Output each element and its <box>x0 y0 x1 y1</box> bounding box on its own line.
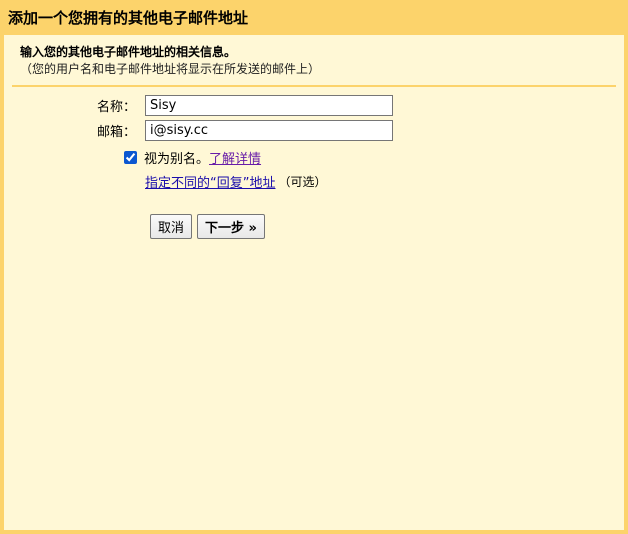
button-row: 取消 下一步 » <box>150 214 270 239</box>
name-input[interactable] <box>145 95 393 116</box>
reply-to-link[interactable]: 指定不同的“回复”地址 <box>145 172 275 191</box>
intro-heading: 输入您的其他电子邮件地址的相关信息。 <box>20 45 237 59</box>
reply-to-optional: （可选） <box>278 175 327 189</box>
alias-row: 视为别名。 了解详情 <box>124 148 261 167</box>
email-form: 名称： 邮箱： 视为别名。 了解详情 指定不同的“回复”地址 （可选） 取消 下… <box>12 87 616 467</box>
alias-checkbox-label: 视为别名。 <box>144 152 210 167</box>
next-step-button[interactable]: 下一步 » <box>197 214 265 239</box>
name-label: 名称： <box>96 100 136 115</box>
dialog-title: 添加一个您拥有的其他电子邮件地址 <box>8 9 249 27</box>
intro-note: （您的用户名和电子邮件地址将显示在所发送的邮件上） <box>20 62 321 76</box>
email-row: 邮箱： <box>12 120 393 141</box>
email-input[interactable] <box>145 120 393 141</box>
learn-more-link[interactable]: 了解详情 <box>209 148 261 167</box>
dialog-content: 输入您的其他电子邮件地址的相关信息。 （您的用户名和电子邮件地址将显示在所发送的… <box>4 35 624 530</box>
cancel-button[interactable]: 取消 <box>150 214 193 239</box>
reply-to-row: 指定不同的“回复”地址 （可选） <box>145 172 327 191</box>
add-email-dialog: 添加一个您拥有的其他电子邮件地址 输入您的其他电子邮件地址的相关信息。 （您的用… <box>0 0 628 534</box>
email-label: 邮箱： <box>96 125 136 140</box>
alias-checkbox[interactable] <box>124 151 137 164</box>
intro-section: 输入您的其他电子邮件地址的相关信息。 （您的用户名和电子邮件地址将显示在所发送的… <box>12 44 616 87</box>
name-row: 名称： <box>12 95 393 116</box>
